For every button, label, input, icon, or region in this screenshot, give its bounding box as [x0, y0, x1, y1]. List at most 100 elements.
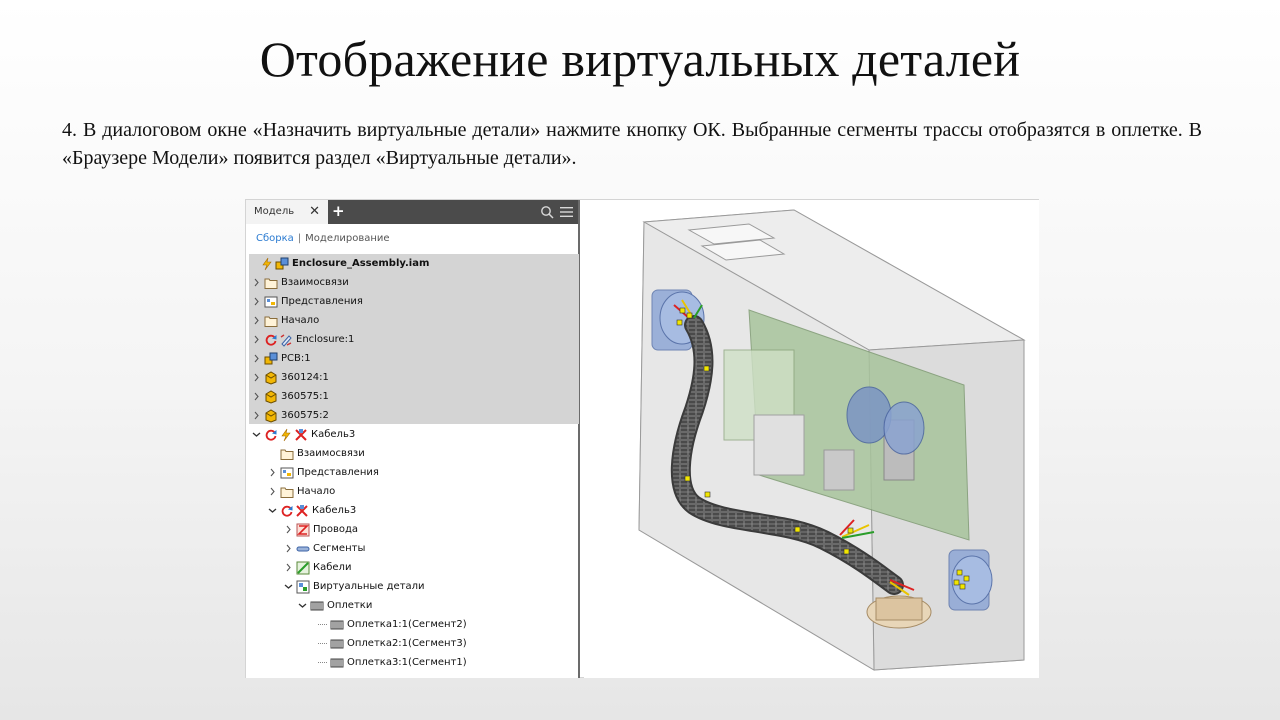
tree-item[interactable]: Enclosure:1: [252, 330, 354, 349]
chevron-right-icon[interactable]: [284, 525, 293, 534]
chevron-right-icon[interactable]: [252, 392, 261, 401]
wires-icon: [296, 523, 310, 537]
chevron-down-icon[interactable]: [298, 601, 307, 610]
subtab-assembly[interactable]: Сборка: [256, 233, 294, 244]
add-tab-icon[interactable]: +: [332, 200, 346, 224]
tree-connector: [318, 639, 327, 648]
chevron-right-icon[interactable]: [268, 468, 277, 477]
braid-icon: [330, 637, 344, 651]
graphics-viewport[interactable]: [584, 200, 1039, 678]
inventor-screenshot: Модель ✕ + Сборка | Моделирование Enclosur…: [245, 199, 1039, 678]
close-icon[interactable]: ✕: [309, 200, 320, 224]
chevron-right-icon[interactable]: [252, 373, 261, 382]
part-icon: [264, 370, 278, 385]
tree-item-label: 360575:2: [281, 410, 329, 421]
tree-item-label: Оплетка3:1(Сегмент1): [347, 657, 467, 668]
cables-icon: [296, 561, 310, 575]
tab-model-label: Модель: [254, 206, 295, 217]
tree-connector: [318, 658, 327, 667]
tree-item[interactable]: Оплетки: [298, 596, 372, 615]
tree-item-label: PCB:1: [281, 353, 311, 364]
tree-item-label: 360575:1: [281, 391, 329, 402]
subtab-separator: |: [297, 233, 302, 244]
tree-item-label: Провода: [313, 524, 359, 535]
tree-connector: [318, 620, 327, 629]
tree-item-label: Оплетки: [327, 600, 373, 611]
tree-item-label: Кабель3: [312, 505, 357, 516]
tree-item[interactable]: Кабель3: [252, 425, 355, 444]
representations-icon: [264, 295, 278, 309]
tree-item-label: Взаимосвязи: [297, 448, 365, 459]
slide-title: Отображение виртуальных деталей: [259, 31, 1021, 87]
chevron-right-icon[interactable]: [252, 411, 261, 420]
chevron-right-icon[interactable]: [284, 544, 293, 553]
tree-item[interactable]: Начало: [252, 311, 319, 330]
braid-icon: [330, 656, 344, 670]
virtual-parts-icon: [296, 580, 310, 594]
tree-item[interactable]: Enclosure_Assembly.iam: [248, 254, 429, 273]
braid-icon: [310, 599, 324, 613]
chevron-right-icon[interactable]: [252, 335, 261, 344]
search-icon[interactable]: [540, 205, 554, 219]
tree-item-label: Представления: [297, 467, 379, 478]
representations-icon: [280, 466, 294, 480]
tree-item[interactable]: 360575:1: [252, 387, 329, 406]
braid-icon: [330, 618, 344, 632]
tree-item[interactable]: Оплетка1:1(Сегмент2): [318, 615, 467, 634]
folder-icon: [264, 314, 278, 328]
subtab-modeling[interactable]: Моделирование: [305, 233, 389, 244]
harness-icon: [295, 504, 309, 518]
assembly-icon: [264, 352, 278, 366]
chevron-right-icon[interactable]: [252, 297, 261, 306]
chevron-right-icon[interactable]: [284, 563, 293, 572]
tree-item[interactable]: Оплетка3:1(Сегмент1): [318, 653, 467, 672]
tree-item[interactable]: Представления: [252, 292, 363, 311]
tree-item[interactable]: Оплетка2:1(Сегмент3): [318, 634, 467, 653]
chevron-right-icon[interactable]: [268, 487, 277, 496]
browser-subtabs: Сборка | Моделирование: [246, 224, 578, 254]
tree-item[interactable]: Взаимосвязи: [252, 273, 349, 292]
folder-icon: [264, 276, 278, 290]
tab-model[interactable]: Модель ✕: [246, 200, 328, 224]
assembly-icon: [275, 257, 289, 271]
tree-item-label: Оплетка1:1(Сегмент2): [347, 619, 467, 630]
part-icon: [264, 408, 278, 423]
folder-icon: [280, 447, 294, 461]
tree-item[interactable]: Виртуальные детали: [284, 577, 425, 596]
chevron-right-icon[interactable]: [252, 354, 261, 363]
part-icon: [264, 389, 278, 404]
tree-item[interactable]: Взаимосвязи: [268, 444, 365, 463]
tree-item-label: Взаимосвязи: [281, 277, 349, 288]
chevron-right-icon[interactable]: [252, 278, 261, 287]
tree-item[interactable]: Представления: [268, 463, 379, 482]
tree-item[interactable]: 360575:2: [252, 406, 329, 425]
segments-icon: [296, 542, 310, 556]
chevron-right-icon[interactable]: [252, 316, 261, 325]
tree-item-label: 360124:1: [281, 372, 329, 383]
refresh-icon: [264, 333, 278, 347]
tree-item[interactable]: 360124:1: [252, 368, 329, 387]
chevron-down-icon[interactable]: [284, 582, 293, 591]
tree-item[interactable]: Кабели: [284, 558, 351, 577]
refresh-icon: [264, 428, 278, 442]
tree-item[interactable]: Сегменты: [284, 539, 365, 558]
tree-item-label: Кабели: [313, 562, 352, 573]
update-lightning-icon: [260, 257, 274, 271]
enclosure-3d-model: [638, 209, 1026, 671]
chevron-down-icon[interactable]: [252, 430, 261, 439]
tree-item[interactable]: Начало: [268, 482, 335, 501]
tree-item[interactable]: Провода: [284, 520, 358, 539]
model-browser: Модель ✕ + Сборка | Моделирование Enclosur…: [246, 200, 580, 678]
harness-icon: [294, 428, 308, 442]
hamburger-menu-icon[interactable]: [560, 206, 573, 218]
tree-item[interactable]: Кабель3: [268, 501, 356, 520]
update-lightning-icon: [279, 428, 293, 442]
tree-item-label: Представления: [281, 296, 363, 307]
tree-item[interactable]: PCB:1: [252, 349, 311, 368]
part-link-icon: [279, 333, 293, 347]
tree-item-label: Кабель3: [311, 429, 356, 440]
slide-instruction-text: 4. В диалоговом окне «Назначить виртуаль…: [62, 119, 1202, 169]
folder-icon: [280, 485, 294, 499]
chevron-down-icon[interactable]: [268, 506, 277, 515]
